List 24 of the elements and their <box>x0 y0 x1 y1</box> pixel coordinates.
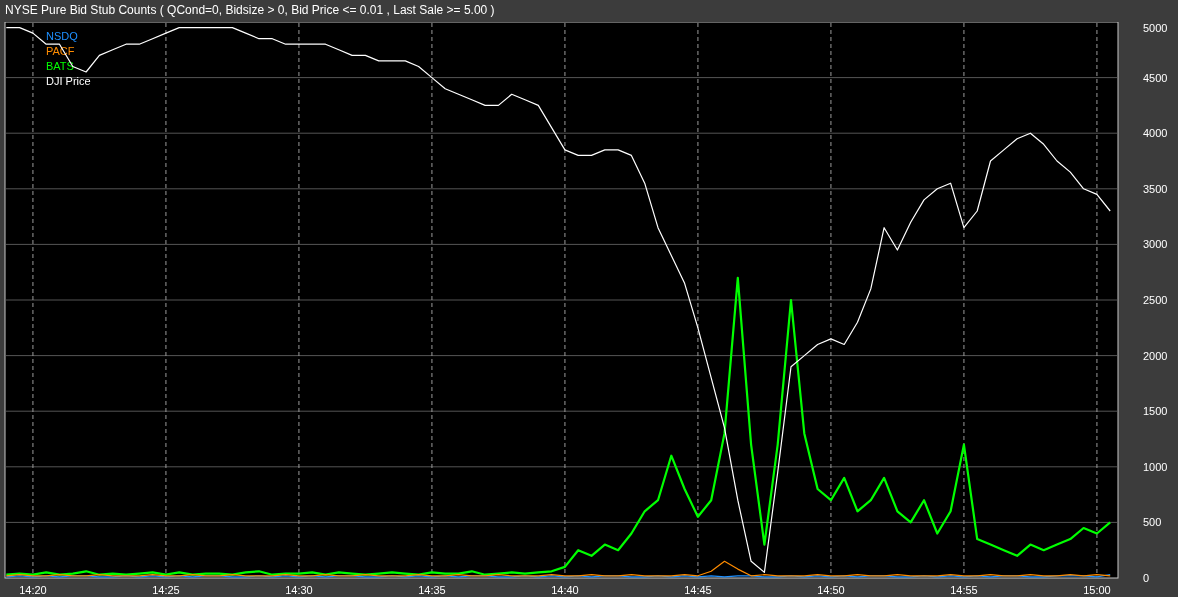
legend-label: BATS <box>46 60 74 72</box>
y-tick-label: 2500 <box>1143 294 1168 306</box>
legend-label: DJI Price <box>46 75 91 87</box>
x-tick-label: 14:20 <box>19 584 47 596</box>
y-tick-label: 1000 <box>1143 460 1168 473</box>
x-tick-label: 14:55 <box>950 584 978 596</box>
x-tick-label: 14:45 <box>684 584 712 596</box>
y-tick-label: 500 <box>1143 516 1162 529</box>
x-tick-label: 14:25 <box>152 584 180 596</box>
x-tick-label: 14:40 <box>551 584 579 596</box>
y-tick-label: 0 <box>1143 572 1150 584</box>
x-tick-label: 15:00 <box>1083 584 1111 596</box>
y-tick-label: 3500 <box>1143 182 1168 195</box>
y-tick-label: 4000 <box>1143 127 1168 140</box>
y-tick-label: 2000 <box>1143 349 1168 362</box>
chart-title: NYSE Pure Bid Stub Counts ( QCond=0, Bidsize > 0, Bid Price <= 0.01 , Last Sale >= 5.00 ) <box>5 3 495 17</box>
y-tick-label: 1500 <box>1143 405 1168 418</box>
x-tick-label: 14:35 <box>418 584 446 596</box>
y-tick-label: 4500 <box>1143 71 1168 84</box>
x-tick-label: 14:30 <box>285 584 313 596</box>
y-tick-label: 3000 <box>1143 238 1168 251</box>
legend-label: NSDQ <box>46 30 78 42</box>
y-tick-label: 5000 <box>1143 22 1168 34</box>
x-tick-label: 14:50 <box>817 584 845 596</box>
